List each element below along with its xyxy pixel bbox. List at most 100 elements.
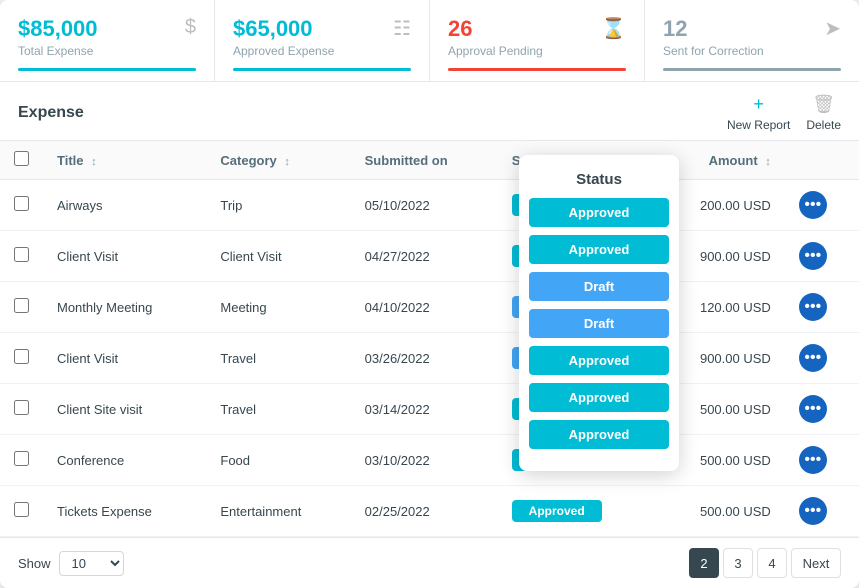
page-2-button[interactable]: 2 (689, 548, 719, 578)
approval-pending-card: ⌛ 26 Approval Pending (430, 0, 645, 81)
row-amount: 500.00 USD (654, 486, 785, 537)
row-actions: ••• (785, 435, 859, 486)
row-submitted-on: 02/25/2022 (351, 486, 498, 537)
submitted-on-header[interactable]: Submitted on (351, 141, 498, 180)
row-category: Travel (206, 333, 350, 384)
row-checkbox-cell (0, 435, 43, 486)
row-category: Client Visit (206, 231, 350, 282)
page-title: Expense (18, 104, 84, 122)
pagination: 2 3 4 Next (689, 548, 841, 578)
table-header-row: Title ↕ Category ↕ Submitted on Status A… (0, 141, 859, 180)
page-4-button[interactable]: 4 (757, 548, 787, 578)
row-checkbox-0[interactable] (14, 196, 29, 211)
row-actions: ••• (785, 384, 859, 435)
table-row: Client Visit Travel 03/26/2022 Draft 900… (0, 333, 859, 384)
more-options-button[interactable]: ••• (799, 446, 827, 474)
row-checkbox-5[interactable] (14, 451, 29, 466)
status-approved-option-5[interactable]: Approved (529, 420, 669, 449)
toolbar-actions: + New Report 🗑 Delete (727, 94, 841, 132)
more-options-button[interactable]: ••• (799, 344, 827, 372)
row-checkbox-3[interactable] (14, 349, 29, 364)
row-checkbox-cell (0, 486, 43, 537)
status-dropdown: Status Approved Approved Draft Draft App… (519, 155, 679, 471)
row-category: Travel (206, 384, 350, 435)
receipt-icon: ☷ (393, 16, 411, 41)
row-actions: ••• (785, 333, 859, 384)
status-approved-option-4[interactable]: Approved (529, 383, 669, 412)
more-options-button[interactable]: ••• (799, 191, 827, 219)
status-approved-option[interactable]: Approved (529, 198, 669, 227)
row-checkbox-4[interactable] (14, 400, 29, 415)
delete-label: Delete (806, 118, 841, 132)
row-checkbox-2[interactable] (14, 298, 29, 313)
next-page-button[interactable]: Next (791, 548, 841, 578)
approval-pending-bar (448, 68, 626, 71)
total-expense-value: $85,000 (18, 16, 196, 42)
status-draft-option[interactable]: Draft (529, 272, 669, 301)
status-draft-option-2[interactable]: Draft (529, 309, 669, 338)
page-3-button[interactable]: 3 (723, 548, 753, 578)
status-badge[interactable]: Approved (512, 500, 602, 522)
more-options-button[interactable]: ••• (799, 497, 827, 525)
approved-expense-bar (233, 68, 411, 71)
row-title: Conference (43, 435, 206, 486)
row-checkbox-cell (0, 384, 43, 435)
show-select[interactable]: 10 25 50 (59, 551, 124, 576)
show-section: Show 10 25 50 (18, 551, 124, 576)
approval-pending-label: Approval Pending (448, 44, 626, 58)
row-title: Client Visit (43, 333, 206, 384)
more-options-button[interactable]: ••• (799, 242, 827, 270)
row-title: Client Visit (43, 231, 206, 282)
delete-button[interactable]: 🗑 Delete (806, 94, 841, 132)
amount-sort-icon: ↕ (765, 156, 771, 168)
sent-correction-card: ➤ 12 Sent for Correction (645, 0, 859, 81)
row-submitted-on: 03/26/2022 (351, 333, 498, 384)
row-checkbox-1[interactable] (14, 247, 29, 262)
row-submitted-on: 04/27/2022 (351, 231, 498, 282)
dollar-icon: $ (185, 16, 196, 39)
actions-header (785, 141, 859, 180)
row-checkbox-6[interactable] (14, 502, 29, 517)
title-header[interactable]: Title ↕ (43, 141, 206, 180)
table-row: Client Visit Client Visit 04/27/2022 App… (0, 231, 859, 282)
row-checkbox-cell (0, 231, 43, 282)
status-approved-option-2[interactable]: Approved (529, 235, 669, 264)
row-title: Tickets Expense (43, 486, 206, 537)
row-category: Entertainment (206, 486, 350, 537)
row-submitted-on: 03/14/2022 (351, 384, 498, 435)
row-title: Airways (43, 180, 206, 231)
table-row: Airways Trip 05/10/2022 Approved 200.00 … (0, 180, 859, 231)
row-actions: ••• (785, 180, 859, 231)
table-body: Airways Trip 05/10/2022 Approved 200.00 … (0, 180, 859, 537)
select-all-checkbox[interactable] (14, 151, 29, 166)
hourglass-icon: ⌛ (601, 16, 626, 41)
summary-cards: $ $85,000 Total Expense ☷ $65,000 Approv… (0, 0, 859, 82)
row-title: Monthly Meeting (43, 282, 206, 333)
new-report-label: New Report (727, 118, 790, 132)
category-header[interactable]: Category ↕ (206, 141, 350, 180)
row-checkbox-cell (0, 282, 43, 333)
row-status: Approved (498, 486, 654, 537)
sent-correction-label: Sent for Correction (663, 44, 841, 58)
table-row: Client Site visit Travel 03/14/2022 Appr… (0, 384, 859, 435)
row-category: Food (206, 435, 350, 486)
row-actions: ••• (785, 282, 859, 333)
approved-expense-label: Approved Expense (233, 44, 411, 58)
row-submitted-on: 05/10/2022 (351, 180, 498, 231)
table-row: Monthly Meeting Meeting 04/10/2022 Draft… (0, 282, 859, 333)
status-dropdown-title: Status (529, 165, 669, 198)
more-options-button[interactable]: ••• (799, 293, 827, 321)
table-footer: Show 10 25 50 2 3 4 Next (0, 537, 859, 588)
plus-icon: + (753, 94, 764, 115)
table-row: Tickets Expense Entertainment 02/25/2022… (0, 486, 859, 537)
total-expense-card: $ $85,000 Total Expense (0, 0, 215, 81)
more-options-button[interactable]: ••• (799, 395, 827, 423)
new-report-button[interactable]: + New Report (727, 94, 790, 132)
row-checkbox-cell (0, 180, 43, 231)
title-sort-icon: ↕ (91, 156, 97, 168)
send-icon: ➤ (824, 16, 841, 41)
expense-table: Title ↕ Category ↕ Submitted on Status A… (0, 141, 859, 537)
total-expense-label: Total Expense (18, 44, 196, 58)
status-approved-option-3[interactable]: Approved (529, 346, 669, 375)
sent-correction-value: 12 (663, 16, 841, 42)
